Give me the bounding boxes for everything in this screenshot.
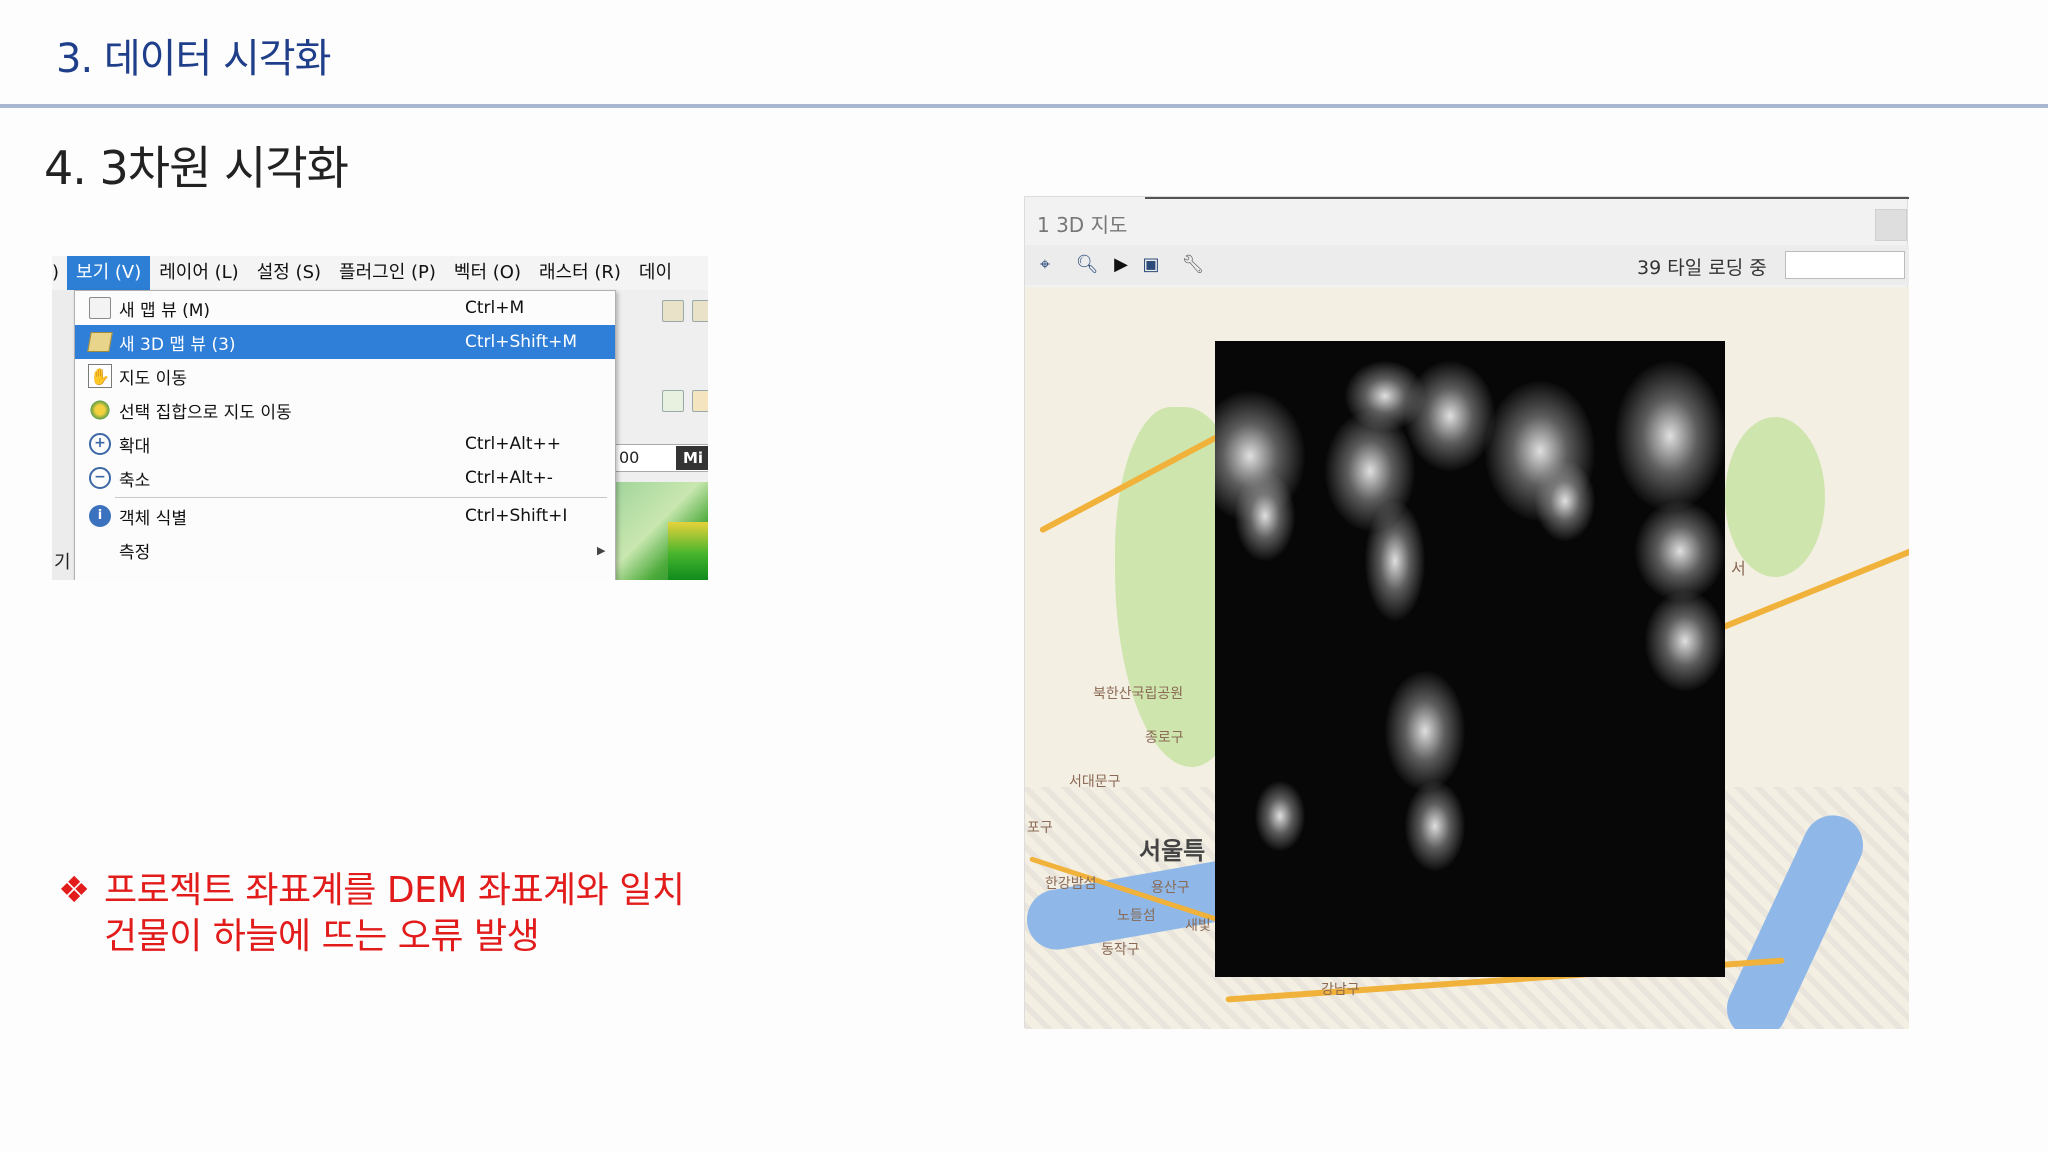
map-canvas-thumbnail (612, 482, 708, 580)
window-float-button[interactable] (1875, 209, 1907, 241)
map-label: 용산구 (1151, 880, 1190, 896)
menu-item-zoom-out[interactable]: − 축소 Ctrl+Alt+- (75, 461, 615, 495)
map-label: 강남구 (1321, 982, 1360, 998)
note-line: 프로젝트 좌표계를 DEM 좌표계와 일치 (104, 870, 685, 911)
submenu-arrow-icon: ▶ (597, 543, 606, 557)
map-label: 포구 (1027, 820, 1053, 836)
pan-hand-icon: ✋ (85, 361, 115, 391)
menu-item-pan-map[interactable]: ✋ 지도 이동 (75, 359, 615, 393)
identify-features-icon: i (85, 501, 115, 531)
menu-separator (115, 497, 607, 498)
zoom-out-icon: − (85, 463, 115, 493)
map-label: 노들섬 (1117, 908, 1156, 924)
tile-loading-status: 39 타일 로딩 중 (1637, 257, 1767, 279)
map-label: 서 (1731, 559, 1746, 578)
3d-map-canvas[interactable]: 북한산국립공원 종로구 서대문구 포구 서울특 한강밤섬 용산구 동작구 노들섬… (1025, 287, 1909, 1029)
menu-item-measure[interactable]: 측정 ▶ (75, 533, 615, 567)
menu-database[interactable]: 데이 (630, 256, 681, 290)
section-title: 3. 데이터 시각화 (56, 36, 331, 82)
configure-icon[interactable]: 🔧︎ (1181, 253, 1205, 277)
measure-icon (85, 535, 115, 565)
view-menu-screenshot: ) 보기 (V) 레이어 (L) 설정 (S) 플러그인 (P) 벡터 (O) … (52, 256, 708, 580)
menu-item-new-3d-map-view[interactable]: 새 3D 맵 뷰 (3) Ctrl+Shift+M (75, 325, 615, 359)
left-panel-char: 기 (54, 552, 71, 573)
menu-settings[interactable]: 설정 (S) (248, 256, 330, 290)
slide-subtitle: 4. 3차원 시각화 (44, 141, 349, 195)
menu-item-identify-features[interactable]: i 객체 식별 Ctrl+Shift+I (75, 499, 615, 533)
left-toolbar-strip (52, 290, 74, 580)
map-label: 북한산국립공원 (1093, 686, 1184, 702)
map-label: 종로구 (1145, 730, 1184, 746)
new-3d-map-view-icon (85, 327, 115, 357)
menu-item-pan-to-selection[interactable]: 선택 집합으로 지도 이동 (75, 393, 615, 427)
note-text: ❖ 프로젝트 좌표계를 DEM 좌표계와 일치 건물이 하늘에 뜨는 오류 발생 (58, 868, 685, 960)
toolbar-tool-icon[interactable] (692, 390, 708, 412)
menu-vector[interactable]: 벡터 (O) (445, 256, 530, 290)
menu-raster[interactable]: 래스터 (R) (530, 256, 630, 290)
map-label: 서울특 (1139, 837, 1206, 865)
menu-plugins[interactable]: 플러그인 (P) (330, 256, 445, 290)
bullet-icon: ❖ (58, 870, 90, 911)
map-label: 서대문구 (1069, 774, 1121, 790)
map-label: 새빛 (1185, 918, 1211, 934)
3d-map-window: 1 3D 지도 ⌖ 🔍︎ ▶ ▣ 🔧︎ 39 타일 로딩 중 북한산국립공원 종… (1024, 196, 1909, 1029)
zoom-in-icon: + (85, 429, 115, 459)
park-area (1725, 417, 1825, 577)
export-icon[interactable]: ▣ (1139, 253, 1163, 277)
toolbar-tool-icon[interactable] (662, 300, 684, 322)
identify-icon[interactable]: 🔍︎ (1075, 253, 1099, 277)
camera-control-icon[interactable]: ⌖ (1033, 253, 1057, 277)
histogram-icon[interactable] (662, 390, 684, 412)
menu-item-zoom-in[interactable]: + 확대 Ctrl+Alt++ (75, 427, 615, 461)
menu-item-label: 새 3D 맵 뷰 (3) (119, 334, 236, 355)
menu-item-shortcut: Ctrl+M (465, 298, 525, 318)
3d-map-toolbar: ⌖ 🔍︎ ▶ ▣ 🔧︎ 39 타일 로딩 중 (1025, 245, 1909, 285)
view-dropdown-menu: 새 맵 뷰 (M) Ctrl+M 새 3D 맵 뷰 (3) Ctrl+Shift… (74, 290, 616, 580)
dem-raster-layer (1215, 341, 1725, 977)
menu-item-shortcut: Ctrl+Alt+- (465, 468, 553, 488)
raster-thumbnail (668, 522, 708, 580)
menu-item-label: 측정 (119, 542, 151, 563)
spin-suffix: Mi (676, 446, 708, 470)
menu-item-label: 확대 (119, 436, 151, 457)
window-title: 1 3D 지도 (1037, 213, 1128, 237)
map-label: 동작구 (1101, 942, 1140, 958)
map-label: 한강밤섬 (1045, 876, 1097, 892)
menu-item-shortcut: Ctrl+Shift+I (465, 506, 568, 526)
menu-item-label: 객체 식별 (119, 508, 187, 529)
note-line: 건물이 하늘에 뜨는 오류 발생 (104, 916, 540, 957)
menu-item-label: 선택 집합으로 지도 이동 (119, 402, 292, 423)
menubar: ) 보기 (V) 레이어 (L) 설정 (S) 플러그인 (P) 벡터 (O) … (52, 256, 708, 290)
menu-item-label: 새 맵 뷰 (M) (119, 300, 211, 321)
menu-item-label: 축소 (119, 470, 151, 491)
menu-item-shortcut: Ctrl+Alt++ (465, 434, 561, 454)
new-map-view-icon (85, 293, 115, 323)
menu-item-new-map-view[interactable]: 새 맵 뷰 (M) Ctrl+M (75, 291, 615, 325)
menu-view[interactable]: 보기 (V) (67, 256, 151, 290)
window-top-border (1145, 197, 1909, 199)
menu-item-shortcut: Ctrl+Shift+M (465, 332, 578, 352)
menubar-lead: ) (52, 262, 60, 283)
menu-item-label: 지도 이동 (119, 368, 187, 389)
header-divider (0, 104, 2048, 108)
play-icon[interactable]: ▶ (1109, 253, 1133, 277)
menu-layer[interactable]: 레이어 (L) (150, 256, 247, 290)
pan-to-selection-icon (85, 395, 115, 425)
toolbar-tool-icon[interactable] (692, 300, 708, 322)
loading-progress-bar (1785, 251, 1905, 279)
